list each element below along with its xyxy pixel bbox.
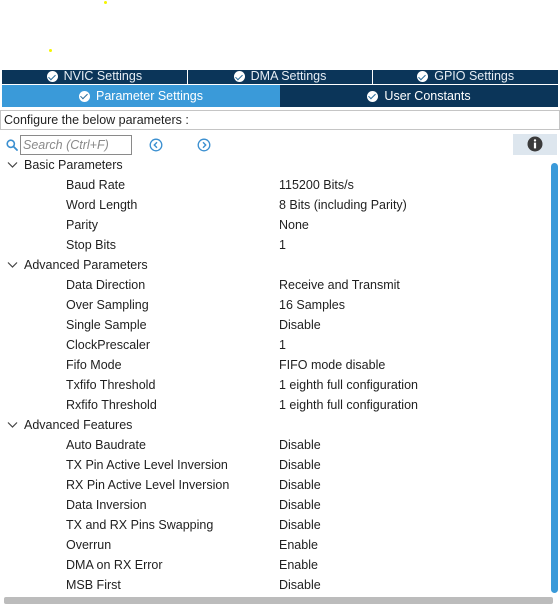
tab-label: Parameter Settings bbox=[96, 89, 203, 103]
stray-highlight-dot bbox=[49, 49, 52, 52]
parameter-name: TX Pin Active Level Inversion bbox=[66, 458, 228, 472]
parameter-value[interactable]: Receive and Transmit bbox=[279, 276, 400, 295]
parameter-name: Data Inversion bbox=[66, 498, 147, 512]
parameter-row[interactable]: Auto Baudrate Disable bbox=[0, 436, 549, 456]
parameter-value[interactable]: Disable bbox=[279, 316, 321, 335]
parameter-name: Txfifo Threshold bbox=[66, 378, 156, 392]
parameter-name: Rxfifo Threshold bbox=[66, 398, 157, 412]
tab-nvic-settings[interactable]: NVIC Settings bbox=[2, 70, 188, 84]
tab-dma-settings[interactable]: DMA Settings bbox=[188, 70, 374, 84]
group-label: Advanced Features bbox=[24, 418, 133, 432]
parameter-name: Overrun bbox=[66, 538, 112, 552]
parameter-value[interactable]: 1 eighth full configuration bbox=[279, 376, 418, 395]
parameter-value[interactable]: Enable bbox=[279, 536, 318, 555]
parameter-row[interactable]: Parity None bbox=[0, 216, 549, 236]
arrow-left-circle-icon[interactable] bbox=[149, 138, 163, 152]
check-circle-icon bbox=[233, 71, 245, 82]
parameter-name: Parity bbox=[66, 218, 98, 232]
parameter-row[interactable]: Data Direction Receive and Transmit bbox=[0, 276, 549, 296]
parameter-name: Over Sampling bbox=[66, 298, 149, 312]
parameter-tree: Basic Parameters Baud Rate 115200 Bits/s Wo… bbox=[0, 156, 549, 596]
tab-label: NVIC Settings bbox=[63, 70, 143, 83]
parameter-row[interactable]: Stop Bits 1 bbox=[0, 236, 549, 256]
parameter-row[interactable]: RX Pin Active Level Inversion Disable bbox=[0, 476, 549, 496]
parameter-name: Word Length bbox=[66, 198, 138, 212]
parameter-value[interactable]: 1 eighth full configuration bbox=[279, 396, 418, 415]
parameter-value[interactable]: Disable bbox=[279, 436, 321, 455]
tab-bar: NVIC Settings DMA Settings GPIO Settings… bbox=[2, 70, 558, 107]
parameter-row[interactable]: DMA on RX Error Enable bbox=[0, 556, 549, 576]
parameter-name: Baud Rate bbox=[66, 178, 126, 192]
parameter-name: Auto Baudrate bbox=[66, 438, 146, 452]
stray-highlight-dot bbox=[104, 1, 107, 4]
info-button[interactable] bbox=[513, 134, 557, 155]
tab-row-top: NVIC Settings DMA Settings GPIO Settings bbox=[2, 70, 558, 84]
parameter-row[interactable]: MSB First Disable bbox=[0, 576, 549, 596]
parameter-row[interactable]: Fifo Mode FIFO mode disable bbox=[0, 356, 549, 376]
parameter-value[interactable]: Disable bbox=[279, 476, 321, 495]
horizontal-scrollbar[interactable] bbox=[4, 597, 553, 604]
parameter-row[interactable]: Overrun Enable bbox=[0, 536, 549, 556]
tab-label: User Constants bbox=[384, 89, 471, 103]
parameter-name: ClockPrescaler bbox=[66, 338, 151, 352]
parameter-value[interactable]: 115200 Bits/s bbox=[279, 176, 354, 195]
parameter-value[interactable]: 1 bbox=[279, 336, 286, 355]
parameter-name: Single Sample bbox=[66, 318, 147, 332]
tab-label: GPIO Settings bbox=[434, 70, 515, 83]
parameter-value[interactable]: Disable bbox=[279, 456, 321, 475]
tab-parameter-settings[interactable]: Parameter Settings bbox=[2, 85, 280, 107]
chevron-down-icon[interactable] bbox=[7, 261, 18, 269]
parameter-row[interactable]: ClockPrescaler 1 bbox=[0, 336, 549, 356]
chevron-down-icon[interactable] bbox=[7, 421, 18, 429]
parameter-row[interactable]: Txfifo Threshold 1 eighth full configurat… bbox=[0, 376, 549, 396]
parameter-value[interactable]: None bbox=[279, 216, 309, 235]
parameter-row[interactable]: TX and RX Pins Swapping Disable bbox=[0, 516, 549, 536]
chevron-down-icon[interactable] bbox=[7, 161, 18, 169]
tab-gpio-settings[interactable]: GPIO Settings bbox=[373, 70, 558, 84]
search-icon bbox=[6, 139, 18, 151]
parameter-name: DMA on RX Error bbox=[66, 558, 163, 572]
parameter-value[interactable]: 8 Bits (including Parity) bbox=[279, 196, 407, 215]
group-header[interactable]: Advanced Parameters bbox=[0, 256, 549, 276]
group-header[interactable]: Basic Parameters bbox=[0, 156, 549, 176]
scroll-thumb[interactable] bbox=[551, 163, 558, 593]
parameter-value[interactable]: Disable bbox=[279, 516, 321, 535]
parameter-name: TX and RX Pins Swapping bbox=[66, 518, 214, 532]
arrow-right-circle-icon[interactable] bbox=[197, 138, 211, 152]
tab-user-constants[interactable]: User Constants bbox=[280, 85, 558, 107]
tab-row-bottom: Parameter Settings User Constants bbox=[2, 85, 558, 107]
parameter-value[interactable]: FIFO mode disable bbox=[279, 356, 385, 375]
parameter-name: RX Pin Active Level Inversion bbox=[66, 478, 230, 492]
parameter-row[interactable]: TX Pin Active Level Inversion Disable bbox=[0, 456, 549, 476]
group-header[interactable]: Advanced Features bbox=[0, 416, 549, 436]
parameter-row[interactable]: Data Inversion Disable bbox=[0, 496, 549, 516]
parameter-value[interactable]: Disable bbox=[279, 576, 321, 595]
search-input[interactable] bbox=[20, 135, 132, 155]
parameter-name: Data Direction bbox=[66, 278, 146, 292]
parameter-name: MSB First bbox=[66, 578, 121, 592]
parameter-row[interactable]: Over Sampling 16 Samples bbox=[0, 296, 549, 316]
check-circle-icon bbox=[417, 71, 429, 82]
parameter-value[interactable]: Disable bbox=[279, 496, 321, 515]
group-label: Advanced Parameters bbox=[24, 258, 148, 272]
parameter-name: Fifo Mode bbox=[66, 358, 122, 372]
tab-label: DMA Settings bbox=[250, 70, 327, 83]
check-circle-icon bbox=[46, 71, 58, 82]
info-icon bbox=[527, 136, 543, 152]
group-label: Basic Parameters bbox=[24, 158, 123, 172]
parameter-row[interactable]: Baud Rate 115200 Bits/s bbox=[0, 176, 549, 196]
parameter-value[interactable]: 16 Samples bbox=[279, 296, 345, 315]
parameter-row[interactable]: Word Length 8 Bits (including Parity) bbox=[0, 196, 549, 216]
parameter-value[interactable]: 1 bbox=[279, 236, 286, 255]
check-circle-icon bbox=[79, 90, 90, 102]
parameter-row[interactable]: Single Sample Disable bbox=[0, 316, 549, 336]
parameter-name: Stop Bits bbox=[66, 238, 117, 252]
parameter-value[interactable]: Enable bbox=[279, 556, 318, 575]
parameter-row[interactable]: Rxfifo Threshold 1 eighth full configurat… bbox=[0, 396, 549, 416]
check-circle-icon bbox=[367, 90, 379, 102]
configure-instruction: Configure the below parameters : bbox=[0, 110, 560, 130]
vertical-scrollbar[interactable] bbox=[549, 156, 560, 598]
